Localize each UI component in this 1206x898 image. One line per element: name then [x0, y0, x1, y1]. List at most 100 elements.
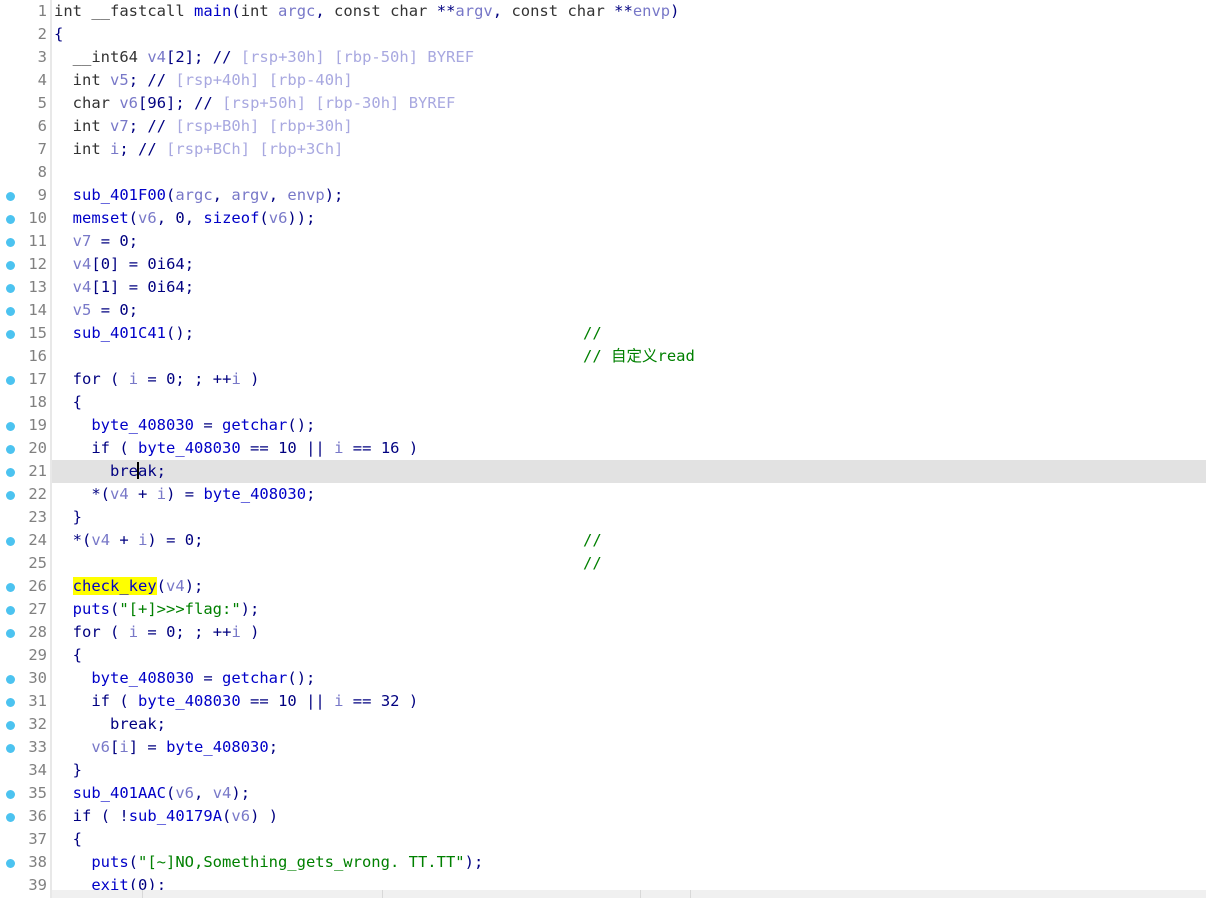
code-line[interactable]: 31 if ( byte_408030 == 10 || i == 32 ) [0, 690, 1206, 713]
code-text[interactable]: sub_401C41(); [54, 322, 194, 345]
breakpoint-dot-icon[interactable] [6, 284, 15, 293]
line-gutter[interactable]: 29 [0, 644, 50, 667]
code-line[interactable]: 38 puts("[~]NO,Something_gets_wrong. TT.… [0, 851, 1206, 874]
line-gutter[interactable]: 36 [0, 805, 50, 828]
line-gutter[interactable]: 38 [0, 851, 50, 874]
breakpoint-dot-icon[interactable] [6, 859, 15, 868]
breakpoint-dot-icon[interactable] [6, 422, 15, 431]
breakpoint-dot-icon[interactable] [6, 698, 15, 707]
line-gutter[interactable]: 3 [0, 46, 50, 69]
breakpoint-dot-icon[interactable] [6, 215, 15, 224]
code-line[interactable]: 17 for ( i = 0; ; ++i ) [0, 368, 1206, 391]
code-line[interactable]: 13 v4[1] = 0i64; [0, 276, 1206, 299]
code-line[interactable]: 12 v4[0] = 0i64; [0, 253, 1206, 276]
line-gutter[interactable]: 9 [0, 184, 50, 207]
breakpoint-dot-icon[interactable] [6, 537, 15, 546]
breakpoint-dot-icon[interactable] [6, 468, 15, 477]
inline-comment[interactable]: // [583, 322, 602, 345]
breakpoint-dot-icon[interactable] [6, 790, 15, 799]
code-text[interactable]: v7 = 0; [54, 230, 138, 253]
code-line[interactable]: 19 byte_408030 = getchar(); [0, 414, 1206, 437]
code-line[interactable]: 29 { [0, 644, 1206, 667]
code-line[interactable]: 3 __int64 v4[2]; // [rsp+30h] [rbp-50h] … [0, 46, 1206, 69]
breakpoint-dot-icon[interactable] [6, 583, 15, 592]
line-gutter[interactable]: 13 [0, 276, 50, 299]
code-text[interactable]: int v5; // [rsp+40h] [rbp-40h] [54, 69, 353, 92]
code-text[interactable]: v5 = 0; [54, 299, 138, 322]
breakpoint-dot-icon[interactable] [6, 721, 15, 730]
line-gutter[interactable]: 39 [0, 874, 50, 897]
code-text[interactable]: char v6[96]; // [rsp+50h] [rbp-30h] BYRE… [54, 92, 456, 115]
line-gutter[interactable]: 22 [0, 483, 50, 506]
code-line[interactable]: 30 byte_408030 = getchar(); [0, 667, 1206, 690]
line-gutter[interactable]: 35 [0, 782, 50, 805]
code-text[interactable]: if ( !sub_40179A(v6) ) [54, 805, 278, 828]
code-line[interactable]: 14 v5 = 0; [0, 299, 1206, 322]
code-line[interactable]: 11 v7 = 0; [0, 230, 1206, 253]
line-gutter[interactable]: 12 [0, 253, 50, 276]
line-gutter[interactable]: 6 [0, 115, 50, 138]
inline-comment[interactable]: // [583, 552, 602, 575]
code-line[interactable]: 37 { [0, 828, 1206, 851]
code-line[interactable]: 36 if ( !sub_40179A(v6) ) [0, 805, 1206, 828]
line-gutter[interactable]: 7 [0, 138, 50, 161]
code-text[interactable]: memset(v6, 0, sizeof(v6)); [54, 207, 316, 230]
breakpoint-dot-icon[interactable] [6, 261, 15, 270]
code-line[interactable]: 15 sub_401C41(); // [0, 322, 1206, 345]
code-text[interactable]: byte_408030 = getchar(); [54, 667, 315, 690]
code-line[interactable]: 1 int __fastcall main(int argc, const cha… [0, 0, 1206, 23]
line-gutter[interactable]: 27 [0, 598, 50, 621]
code-line[interactable]: 8 [0, 161, 1206, 184]
code-text[interactable]: if ( byte_408030 == 10 || i == 16 ) [54, 437, 418, 460]
code-line[interactable]: 25 // [0, 552, 1206, 575]
code-body[interactable]: 1 int __fastcall main(int argc, const cha… [0, 0, 1206, 897]
line-gutter[interactable]: 31 [0, 690, 50, 713]
breakpoint-dot-icon[interactable] [6, 675, 15, 684]
code-line[interactable]: 6 int v7; // [rsp+B0h] [rbp+30h] [0, 115, 1206, 138]
code-line[interactable]: 21 break; [0, 460, 1206, 483]
code-text[interactable]: int __fastcall main(int argc, const char… [54, 0, 679, 23]
horizontal-scrollbar[interactable] [52, 890, 1206, 898]
code-line[interactable]: 9 sub_401F00(argc, argv, envp); [0, 184, 1206, 207]
code-line[interactable]: 34 } [0, 759, 1206, 782]
line-gutter[interactable]: 33 [0, 736, 50, 759]
line-gutter[interactable]: 23 [0, 506, 50, 529]
code-line[interactable]: 27 puts("[+]>>>flag:"); [0, 598, 1206, 621]
line-gutter[interactable]: 11 [0, 230, 50, 253]
breakpoint-dot-icon[interactable] [6, 629, 15, 638]
code-text[interactable]: if ( byte_408030 == 10 || i == 32 ) [54, 690, 418, 713]
code-line[interactable]: 20 if ( byte_408030 == 10 || i == 16 ) [0, 437, 1206, 460]
code-text[interactable]: break; [54, 460, 166, 483]
code-line[interactable]: 24 *(v4 + i) = 0; // [0, 529, 1206, 552]
line-gutter[interactable]: 28 [0, 621, 50, 644]
code-text[interactable]: { [54, 644, 82, 667]
code-text[interactable]: v6[i] = byte_408030; [54, 736, 278, 759]
breakpoint-dot-icon[interactable] [6, 307, 15, 316]
code-line[interactable]: 18 { [0, 391, 1206, 414]
code-line[interactable]: 35 sub_401AAC(v6, v4); [0, 782, 1206, 805]
code-text[interactable]: { [54, 391, 82, 414]
line-gutter[interactable]: 4 [0, 69, 50, 92]
code-line[interactable]: 5 char v6[96]; // [rsp+50h] [rbp-30h] BY… [0, 92, 1206, 115]
code-text[interactable]: byte_408030 = getchar(); [54, 414, 315, 437]
code-text[interactable]: sub_401F00(argc, argv, envp); [54, 184, 344, 207]
code-line[interactable]: 32 break; [0, 713, 1206, 736]
code-text[interactable]: { [54, 828, 82, 851]
code-text[interactable]: { [54, 23, 63, 46]
line-gutter[interactable]: 16 [0, 345, 50, 368]
line-gutter[interactable]: 30 [0, 667, 50, 690]
code-text[interactable]: __int64 v4[2]; // [rsp+30h] [rbp-50h] BY… [54, 46, 474, 69]
code-line[interactable]: 10 memset(v6, 0, sizeof(v6)); [0, 207, 1206, 230]
code-text[interactable]: for ( i = 0; ; ++i ) [54, 621, 260, 644]
breakpoint-dot-icon[interactable] [6, 192, 15, 201]
code-text[interactable]: sub_401AAC(v6, v4); [54, 782, 250, 805]
code-text[interactable]: } [54, 506, 82, 529]
code-line[interactable]: 22 *(v4 + i) = byte_408030; [0, 483, 1206, 506]
line-gutter[interactable]: 10 [0, 207, 50, 230]
line-gutter[interactable]: 37 [0, 828, 50, 851]
code-line[interactable]: 28 for ( i = 0; ; ++i ) [0, 621, 1206, 644]
code-text[interactable]: v4[0] = 0i64; [54, 253, 194, 276]
line-gutter[interactable]: 14 [0, 299, 50, 322]
breakpoint-dot-icon[interactable] [6, 491, 15, 500]
code-text[interactable]: int i; // [rsp+BCh] [rbp+3Ch] [54, 138, 344, 161]
